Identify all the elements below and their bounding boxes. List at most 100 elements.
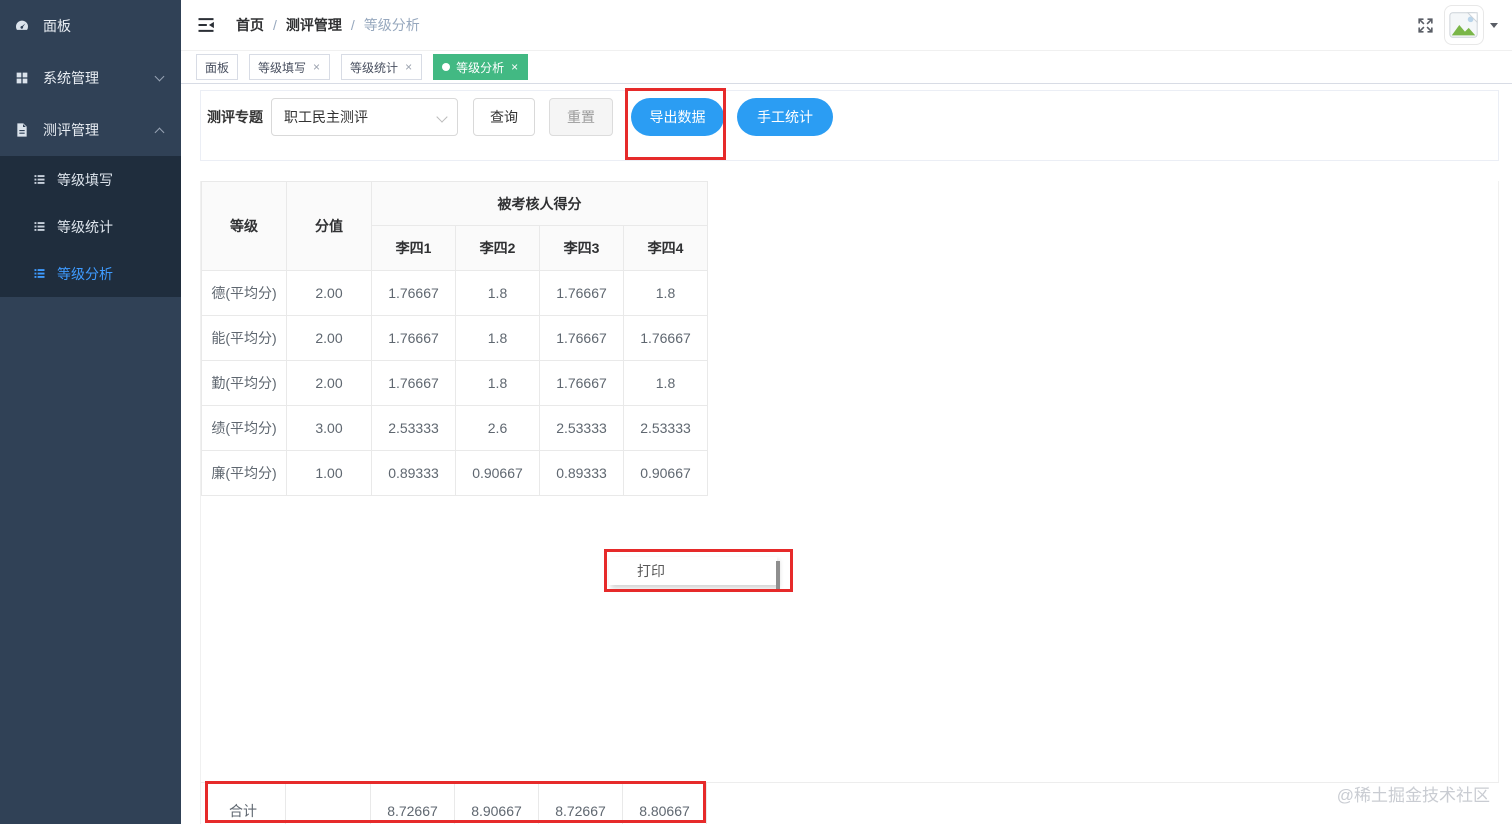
cell-grade: 绩(平均分) xyxy=(201,405,287,451)
cell-grade: 能(平均分) xyxy=(201,315,287,361)
cell-value: 1.8 xyxy=(455,360,540,406)
col-header-score: 分值 xyxy=(286,181,372,271)
score-table: 等级 分值 被考核人得分 李四1 李四2 李四3 李四4 德(平均分) 2.00 xyxy=(201,181,708,496)
cell-value: 1.76667 xyxy=(539,315,624,361)
col-header-group: 被考核人得分 xyxy=(371,181,708,226)
list-icon xyxy=(32,219,47,234)
sidebar-item-grade-analysis[interactable]: 等级分析 xyxy=(0,250,181,297)
cell-value: 0.89333 xyxy=(371,450,456,496)
cell-value: 2.53333 xyxy=(371,405,456,451)
cell-value: 1.8 xyxy=(455,270,540,316)
col-header-person: 李四2 xyxy=(455,225,540,271)
cell-score: 2.00 xyxy=(286,360,372,406)
print-menu-item[interactable]: 打印 xyxy=(609,557,780,591)
breadcrumb-separator: / xyxy=(350,17,355,33)
sidebar-item-label: 等级统计 xyxy=(57,218,113,235)
cell-value: 0.89333 xyxy=(539,450,624,496)
avatar[interactable] xyxy=(1444,5,1484,45)
cell-value: 1.76667 xyxy=(623,315,708,361)
navbar-right xyxy=(1416,5,1498,45)
filter-label: 测评专题 xyxy=(207,109,263,125)
chevron-down-icon xyxy=(436,111,448,123)
grid-icon xyxy=(14,70,30,86)
breadcrumb-home[interactable]: 首页 xyxy=(236,15,264,35)
sidebar-item-label: 面板 xyxy=(43,18,71,34)
cell-value: 1.8 xyxy=(623,270,708,316)
cell-grade: 德(平均分) xyxy=(201,270,287,316)
fullscreen-icon[interactable] xyxy=(1416,16,1435,35)
cell-grade: 廉(平均分) xyxy=(201,450,287,496)
tab-grade-fill[interactable]: 等级填写 × xyxy=(249,54,331,80)
table-row: 德(平均分) 2.00 1.76667 1.8 1.76667 1.8 xyxy=(201,270,708,316)
cell-score: 2.00 xyxy=(286,315,372,361)
tab-label: 面板 xyxy=(205,60,230,75)
breadcrumb-evaluation[interactable]: 测评管理 xyxy=(286,15,342,35)
total-value: 8.80667 xyxy=(623,782,707,824)
cell-score: 2.00 xyxy=(286,270,372,316)
form-icon xyxy=(14,122,30,138)
export-data-button[interactable]: 导出数据 xyxy=(631,98,724,136)
sidebar-submenu: 等级填写 等级统计 等级分析 xyxy=(0,156,181,297)
total-score-cell xyxy=(286,782,371,824)
close-icon[interactable]: × xyxy=(510,61,519,73)
tab-grade-stats[interactable]: 等级统计 × xyxy=(341,54,423,80)
cell-value: 1.8 xyxy=(455,315,540,361)
table-row: 廉(平均分) 1.00 0.89333 0.90667 0.89333 0.90… xyxy=(201,450,708,496)
tab-label: 等级填写 xyxy=(258,60,307,75)
sidebar-item-grade-stats[interactable]: 等级统计 xyxy=(0,203,181,250)
list-icon xyxy=(32,172,47,187)
breadcrumb-current: 等级分析 xyxy=(363,17,420,33)
list-icon xyxy=(32,266,47,281)
sidebar-item-label: 等级分析 xyxy=(57,265,113,282)
reset-button[interactable]: 重置 xyxy=(549,98,613,136)
table-row: 能(平均分) 2.00 1.76667 1.8 1.76667 1.76667 xyxy=(201,315,708,361)
cell-value: 1.8 xyxy=(623,360,708,406)
table-row: 勤(平均分) 2.00 1.76667 1.8 1.76667 1.8 xyxy=(201,360,708,406)
tab-label: 等级分析 xyxy=(456,60,505,75)
cell-value: 1.76667 xyxy=(371,270,456,316)
col-header-person: 李四1 xyxy=(371,225,456,271)
breadcrumb: 首页 / 测评管理 / 等级分析 xyxy=(236,15,420,35)
total-row: 合计 8.72667 8.90667 8.72667 8.80667 xyxy=(201,782,1499,824)
active-tab-dot-icon xyxy=(442,63,451,71)
total-label: 合计 xyxy=(201,782,286,824)
avatar-dropdown-caret-icon[interactable] xyxy=(1490,22,1498,28)
cell-score: 3.00 xyxy=(286,405,372,451)
tab-label: 等级统计 xyxy=(350,60,399,75)
close-icon[interactable]: × xyxy=(404,61,413,73)
sidebar-item-grade-fill[interactable]: 等级填写 xyxy=(0,156,181,203)
manual-stats-button[interactable]: 手工统计 xyxy=(737,98,833,136)
sidebar-item-dashboard[interactable]: 面板 xyxy=(0,0,181,52)
sidebar-item-label: 等级填写 xyxy=(57,171,113,188)
sidebar-item-label: 系统管理 xyxy=(43,70,99,86)
table-row: 绩(平均分) 3.00 2.53333 2.6 2.53333 2.53333 xyxy=(201,405,708,451)
tab-dashboard[interactable]: 面板 xyxy=(196,54,239,80)
query-button[interactable]: 查询 xyxy=(473,98,535,136)
print-area: 等级 分值 被考核人得分 李四1 李四2 李四3 李四4 德(平均分) 2.00 xyxy=(200,181,1499,824)
hamburger-icon[interactable] xyxy=(196,15,216,35)
total-value: 8.72667 xyxy=(539,782,623,824)
sidebar-item-label: 测评管理 xyxy=(43,122,99,138)
topic-select[interactable]: 职工民主测评 xyxy=(271,98,458,136)
sidebar-item-system-management[interactable]: 系统管理 xyxy=(0,52,181,104)
topic-select-value: 职工民主测评 xyxy=(284,109,368,125)
cell-value: 2.6 xyxy=(455,405,540,451)
cell-value: 0.90667 xyxy=(623,450,708,496)
cell-value: 2.53333 xyxy=(623,405,708,451)
sidebar: 面板 系统管理 测评管理 等级填写 等级统计 等级分析 xyxy=(0,0,181,824)
breadcrumb-separator: / xyxy=(273,17,277,33)
total-value: 8.90667 xyxy=(455,782,539,824)
dashboard-icon xyxy=(14,18,30,34)
app-root: 面板 系统管理 测评管理 等级填写 等级统计 等级分析 首页 / 测评管理 / … xyxy=(0,0,1512,824)
sidebar-item-evaluation-management[interactable]: 测评管理 xyxy=(0,104,181,156)
close-icon[interactable]: × xyxy=(312,61,321,73)
main-area: 首页 / 测评管理 / 等级分析 面板 等级填写 × 等级统计 × 等级分析 ×… xyxy=(181,0,1512,824)
cell-value: 0.90667 xyxy=(455,450,540,496)
tabs-bar: 面板 等级填写 × 等级统计 × 等级分析 × xyxy=(181,50,1512,84)
tab-grade-analysis[interactable]: 等级分析 × xyxy=(433,54,529,80)
top-navbar: 首页 / 测评管理 / 等级分析 xyxy=(181,0,1512,50)
col-header-grade: 等级 xyxy=(201,181,287,271)
filter-panel: 测评专题 职工民主测评 查询 重置 导出数据 手工统计 xyxy=(200,90,1499,161)
col-header-person: 李四4 xyxy=(623,225,708,271)
cell-value: 1.76667 xyxy=(371,315,456,361)
